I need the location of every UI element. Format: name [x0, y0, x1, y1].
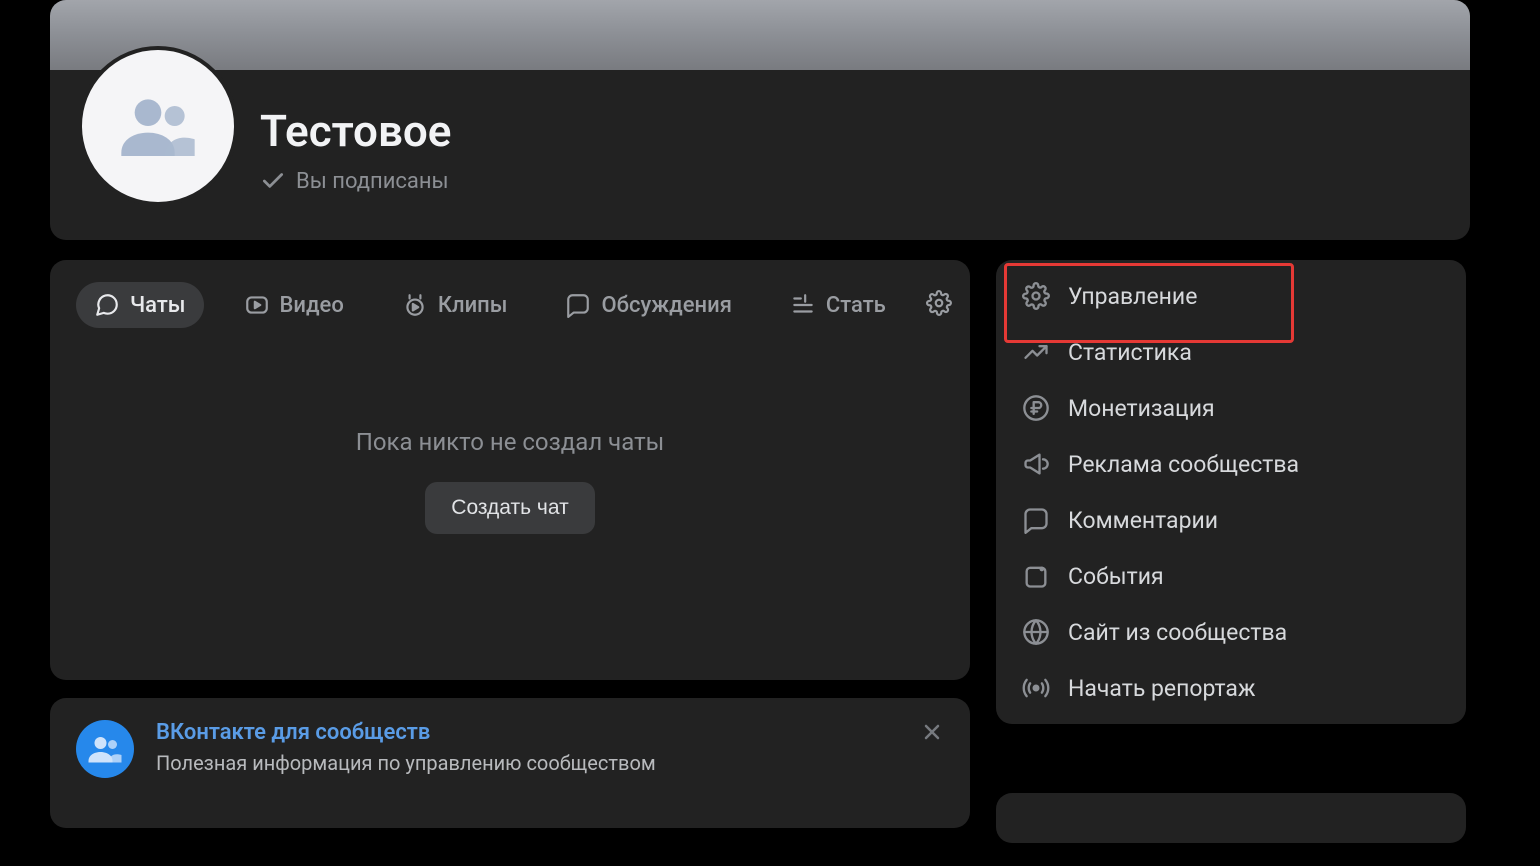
- cover-band: [50, 0, 1470, 70]
- empty-state-text: Пока никто не создал чаты: [76, 428, 944, 456]
- tab-label: Обсуждения: [601, 293, 731, 318]
- sidebar-item-label: Монетизация: [1068, 395, 1215, 422]
- calendar-icon: [1022, 562, 1050, 590]
- community-title: Тестовое: [260, 105, 451, 157]
- promo-avatar[interactable]: [76, 720, 134, 778]
- tab-label: Стать: [826, 293, 886, 318]
- group-icon: [87, 731, 123, 767]
- create-chat-button[interactable]: Создать чат: [425, 482, 594, 534]
- tab-chats[interactable]: Чаты: [76, 282, 204, 328]
- globe-icon: [1022, 618, 1050, 646]
- sidebar-item-label: Статистика: [1068, 339, 1192, 366]
- play-icon: [244, 292, 270, 318]
- comment-icon: [565, 292, 591, 318]
- sidebar-item-website[interactable]: Сайт из сообщества: [996, 604, 1466, 660]
- check-icon: [260, 168, 286, 194]
- sidebar-item-manage[interactable]: Управление: [996, 268, 1466, 324]
- sidebar-item-stats[interactable]: Статистика: [996, 324, 1466, 380]
- gear-icon: [1022, 282, 1050, 310]
- sidebar-secondary-card: [996, 793, 1466, 843]
- close-icon: [920, 720, 944, 744]
- subscribed-label: Вы подписаны: [296, 169, 449, 194]
- community-avatar[interactable]: [78, 46, 238, 206]
- chart-icon: [1022, 338, 1050, 366]
- clips-icon: [402, 292, 428, 318]
- promo-close-button[interactable]: [920, 720, 944, 751]
- broadcast-icon: [1022, 674, 1050, 702]
- tabs-settings-button[interactable]: [926, 290, 952, 320]
- tab-label: Клипы: [438, 293, 508, 318]
- tab-discussions[interactable]: Обсуждения: [547, 282, 749, 328]
- promo-card: ВКонтакте для сообществ Полезная информа…: [50, 698, 970, 828]
- sidebar-item-label: Управление: [1068, 283, 1197, 310]
- sidebar-item-live[interactable]: Начать репортаж: [996, 660, 1466, 716]
- gear-icon: [926, 290, 952, 316]
- chat-icon: [94, 292, 120, 318]
- sidebar-item-label: Реклама сообщества: [1068, 451, 1299, 478]
- sidebar-item-events[interactable]: События: [996, 548, 1466, 604]
- sidebar-item-monetization[interactable]: Монетизация: [996, 380, 1466, 436]
- tab-label: Видео: [280, 293, 344, 318]
- comment-icon: [1022, 506, 1050, 534]
- ruble-icon: [1022, 394, 1050, 422]
- sidebar-item-comments[interactable]: Комментарии: [996, 492, 1466, 548]
- sidebar-menu: Управление Статистика Монетизация Реклам…: [996, 260, 1466, 724]
- promo-title[interactable]: ВКонтакте для сообществ: [156, 720, 656, 745]
- tab-row: Чаты Видео Клипы: [76, 282, 944, 328]
- tab-video[interactable]: Видео: [226, 282, 362, 328]
- group-icon: [118, 86, 198, 166]
- subscribed-status[interactable]: Вы подписаны: [260, 168, 449, 194]
- sidebar-item-label: Комментарии: [1068, 507, 1218, 534]
- empty-state: Пока никто не создал чаты Создать чат: [76, 428, 944, 534]
- sidebar-item-label: Начать репортаж: [1068, 675, 1256, 702]
- sidebar-item-ads[interactable]: Реклама сообщества: [996, 436, 1466, 492]
- sidebar-item-label: Сайт из сообщества: [1068, 619, 1287, 646]
- article-icon: [790, 292, 816, 318]
- megaphone-icon: [1022, 450, 1050, 478]
- main-content-card: Чаты Видео Клипы: [50, 260, 970, 680]
- promo-subtitle: Полезная информация по управлению сообще…: [156, 751, 656, 775]
- tab-clips[interactable]: Клипы: [384, 282, 526, 328]
- tab-label: Чаты: [130, 293, 186, 318]
- tab-articles[interactable]: Стать: [772, 282, 904, 328]
- sidebar-item-label: События: [1068, 563, 1164, 590]
